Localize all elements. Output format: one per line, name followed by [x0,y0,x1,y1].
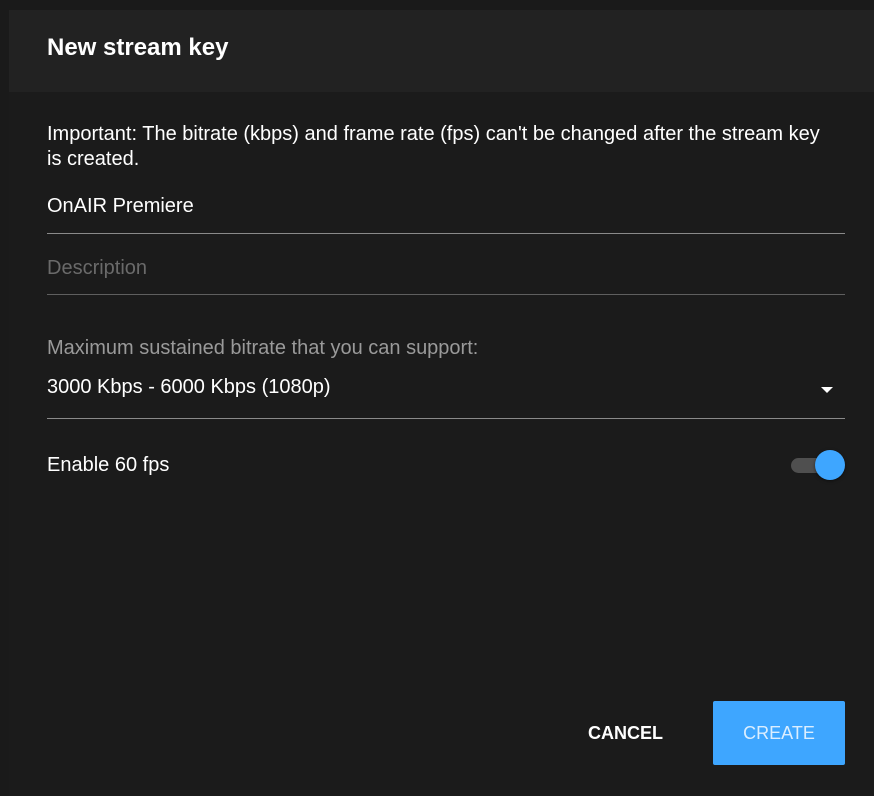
bitrate-select[interactable]: 3000 Kbps - 6000 Kbps (1080p) [47,372,845,419]
stream-name-field[interactable] [47,188,845,234]
fps-toggle-row: Enable 60 fps [47,449,845,481]
caret-down-icon [821,387,833,393]
bitrate-label: Maximum sustained bitrate that you can s… [47,337,479,359]
dialog-header: New stream key [9,10,874,92]
important-notice: Important: The bitrate (kbps) and frame … [47,123,820,170]
description-field[interactable] [47,250,845,295]
cancel-button[interactable]: CANCEL [566,701,685,765]
dialog-title: New stream key [47,34,229,61]
dialog-body: Important: The bitrate (kbps) and frame … [9,92,874,481]
description-input[interactable] [47,250,845,286]
dialog-actions: CANCEL CREATE [566,701,845,765]
bitrate-selected-value: 3000 Kbps - 6000 Kbps (1080p) [47,376,331,398]
stream-name-input[interactable] [47,188,845,224]
fps-toggle-switch[interactable] [789,449,845,481]
fps-toggle-label: Enable 60 fps [47,453,170,476]
create-button[interactable]: CREATE [713,701,845,765]
new-stream-key-dialog: New stream key Important: The bitrate (k… [9,10,874,796]
toggle-thumb[interactable] [815,450,845,480]
